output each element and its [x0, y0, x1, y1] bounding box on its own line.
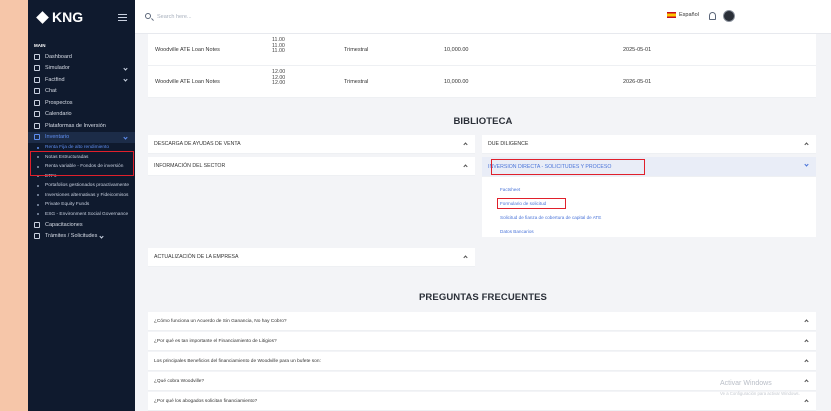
chevron-down-icon — [123, 134, 128, 140]
loan-maturity: 2026-05-01 — [623, 79, 652, 85]
faq-title: PREGUNTAS FRECUENTES — [419, 292, 547, 303]
brand-name: KNG — [52, 9, 84, 25]
faq-item[interactable]: ¿Cómo funciona un Acuerdo de Sin Gananci… — [148, 312, 816, 331]
platform-icon — [34, 122, 40, 129]
chevron-up-icon — [463, 164, 468, 169]
sidebar-item-factfind[interactable]: Factfind — [28, 74, 135, 86]
highlight-box-formulario — [497, 198, 566, 209]
document-icon — [34, 76, 40, 83]
language-selector[interactable]: Español — [667, 12, 699, 18]
loan-rates: 12.00 12.00 12.00 — [272, 69, 286, 87]
sidebar-item-simulador[interactable]: Simulador — [28, 63, 135, 75]
sidebar-item-capacitaciones[interactable]: Capacitaciones — [28, 219, 135, 231]
search-icon[interactable] — [145, 13, 151, 19]
sidebar-item-dashboard[interactable]: Dashboard — [28, 51, 135, 63]
menu-toggle-icon[interactable] — [118, 14, 127, 21]
faq-item[interactable]: Los principales Beneficios del financiam… — [148, 352, 816, 371]
sidebar-item-calendario[interactable]: Calendario — [28, 109, 135, 121]
chevron-up-icon — [804, 142, 809, 147]
bullet-icon — [37, 213, 39, 216]
chevron-up-icon — [804, 399, 809, 404]
topbar: Español — [135, 0, 831, 34]
chevron-up-icon — [804, 359, 809, 364]
logo-icon — [36, 10, 49, 24]
send-icon — [34, 88, 40, 95]
home-icon — [34, 53, 40, 60]
windows-activation-subtitle: Ve a Configuración para activar Windows. — [720, 391, 800, 396]
bullet-icon — [37, 146, 39, 149]
chevron-down-icon — [123, 65, 128, 71]
highlight-box-inversion-directa — [491, 159, 645, 175]
submenu-item-private-equity[interactable]: Private Equity Funds — [28, 200, 135, 210]
sidebar-item-inventario[interactable]: Inventario — [28, 131, 135, 143]
loan-name: Woodville ATE Loan Notes — [155, 79, 220, 85]
accordion-descarga[interactable]: DESCARGA DE AYUDAS DE VENTA — [148, 135, 475, 154]
faq-item[interactable]: ¿Por qué es tan importante el Financiami… — [148, 332, 816, 351]
loan-amount: 10,000.00 — [444, 79, 469, 85]
accordion-informacion[interactable]: INFORMACIÓN DEL SECTOR — [148, 157, 475, 176]
chevron-down-icon — [804, 162, 809, 167]
grid-icon — [34, 65, 40, 72]
sidebar-item-tramites[interactable]: Trámites / Solicitudes — [28, 231, 135, 243]
sidebar-item-plataformas[interactable]: Plataformas de Inversión — [28, 120, 135, 132]
loan-maturity: 2025-05-01 — [623, 47, 652, 53]
loan-frequency: Trimestral — [344, 79, 369, 85]
link-factsheet[interactable]: Factsheet — [500, 187, 520, 192]
chevron-up-icon — [804, 339, 809, 344]
request-icon — [34, 233, 40, 240]
calendar-icon — [34, 111, 40, 118]
submenu-item-alternativas[interactable]: Inversiones alternativas y Fideicomisos — [28, 191, 135, 201]
windows-activation-title: Activar Windows — [720, 380, 772, 387]
table-row: Woodville ATE Loan Notes 12.00 12.00 12.… — [148, 66, 816, 98]
loan-amount: 10,000.00 — [444, 47, 469, 53]
chevron-down-icon — [99, 233, 104, 239]
link-solicitud-fianza[interactable]: Solicitud de fianza de cobertura de capi… — [500, 215, 601, 220]
users-icon — [34, 99, 40, 106]
chevron-down-icon — [123, 77, 128, 82]
chevron-up-icon — [804, 319, 809, 324]
faq-item[interactable]: ¿Qué cobra Woodville? — [148, 372, 816, 391]
sidebar-item-prospectos[interactable]: Prospectos — [28, 97, 135, 109]
sidebar-nav: Dashboard Simulador Factfind Chat Prospe… — [28, 51, 135, 143]
avatar[interactable] — [723, 10, 735, 22]
bullet-icon — [37, 184, 39, 187]
link-datos-bancarios[interactable]: Datos Bancarios — [500, 229, 534, 234]
table-row: Woodville ATE Loan Notes 11.00 11.00 11.… — [148, 34, 816, 66]
accordion-due-diligence[interactable]: DUE DILIGENCE — [482, 135, 816, 154]
loan-frequency: Trimestral — [344, 47, 369, 53]
training-icon — [34, 221, 40, 228]
faq-item[interactable]: ¿Por qué los abogados solicitan financia… — [148, 392, 816, 411]
chart-icon — [34, 134, 40, 141]
submenu-item-esg[interactable]: ESG - Environment Social Governance — [28, 210, 135, 220]
main-content: Woodville ATE Loan Notes 11.00 11.00 11.… — [135, 34, 831, 411]
sidebar-nav-footer: Capacitaciones Trámites / Solicitudes — [28, 219, 135, 242]
submenu-item-portafolios[interactable]: Portafolios gestionados proactivamente — [28, 181, 135, 191]
bullet-icon — [37, 203, 39, 206]
sidebar-section-label: MAIN — [34, 43, 46, 48]
sidebar: KNG MAIN Dashboard Simulador Factfind Ch… — [28, 0, 135, 411]
search-input[interactable] — [157, 11, 277, 22]
loan-rates: 11.00 11.00 11.00 — [272, 37, 285, 55]
biblioteca-title: BIBLIOTECA — [453, 116, 513, 127]
sidebar-item-chat[interactable]: Chat — [28, 86, 135, 98]
chevron-up-icon — [804, 379, 809, 384]
spain-flag-icon — [667, 12, 676, 18]
chevron-up-icon — [463, 255, 468, 260]
highlight-box-inventario — [30, 151, 134, 176]
chevron-up-icon — [463, 142, 468, 147]
bullet-icon — [37, 194, 39, 197]
accordion-actualizacion[interactable]: ACTUALIZACIÓN DE LA EMPRESA — [148, 248, 475, 267]
loan-name: Woodville ATE Loan Notes — [155, 47, 220, 53]
bell-icon[interactable] — [709, 12, 716, 20]
app-window: KNG MAIN Dashboard Simulador Factfind Ch… — [28, 0, 831, 411]
